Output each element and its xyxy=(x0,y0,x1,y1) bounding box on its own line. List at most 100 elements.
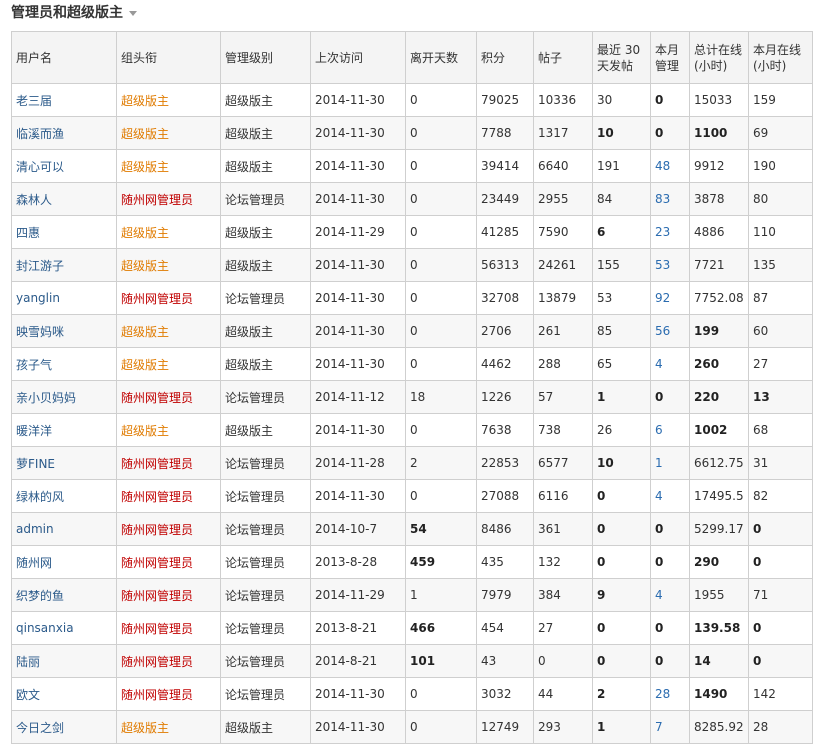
username-link[interactable]: 随州网 xyxy=(11,545,117,579)
username-link[interactable]: yanglin xyxy=(11,281,117,315)
col-header-username[interactable]: 用户名 xyxy=(11,31,117,84)
col-header-posts[interactable]: 帖子 xyxy=(533,31,593,84)
table-row: 孩子气 超级版主 超级版主 2014-11-30 0 4462 288 65 4 260 27 xyxy=(11,347,813,381)
posts: 1317 xyxy=(533,116,593,150)
total-online-hours: 1955 xyxy=(689,578,749,612)
total-online-hours: 6612.75 xyxy=(689,446,749,480)
group-title: 随州网管理员 xyxy=(116,281,221,315)
section-heading[interactable]: 管理员和超级版主 xyxy=(11,3,137,21)
points: 4462 xyxy=(476,347,534,381)
caret-down-icon[interactable] xyxy=(129,11,137,16)
points: 1226 xyxy=(476,380,534,414)
points: 27088 xyxy=(476,479,534,513)
recent-30-day-posts: 30 xyxy=(592,83,651,117)
username-link[interactable]: 陆丽 xyxy=(11,644,117,678)
col-header-total-online[interactable]: 总计在线 (小时) xyxy=(689,31,749,84)
username-link[interactable]: admin xyxy=(11,512,117,546)
last-visit: 2013-8-28 xyxy=(310,545,406,579)
posts: 288 xyxy=(533,347,593,381)
month-manage-count[interactable]: 23 xyxy=(650,215,690,249)
admin-level: 超级版主 xyxy=(220,314,311,348)
last-visit: 2014-11-30 xyxy=(310,116,406,150)
recent-30-day-posts: 0 xyxy=(592,545,651,579)
username-link[interactable]: 萝FINE xyxy=(11,446,117,480)
month-manage-count[interactable]: 53 xyxy=(650,248,690,282)
month-manage-count[interactable]: 7 xyxy=(650,710,690,744)
col-header-days-away[interactable]: 离开天数 xyxy=(405,31,477,84)
month-manage-count[interactable]: 0 xyxy=(650,644,690,678)
posts: 2955 xyxy=(533,182,593,216)
posts: 24261 xyxy=(533,248,593,282)
admin-level: 超级版主 xyxy=(220,413,311,447)
table-row: yanglin 随州网管理员 论坛管理员 2014-11-30 0 32708 13879 5… xyxy=(11,281,813,315)
username-link[interactable]: 孩子气 xyxy=(11,347,117,381)
username-link[interactable]: 清心可以 xyxy=(11,149,117,183)
month-manage-count[interactable]: 4 xyxy=(650,479,690,513)
col-header-last-visit[interactable]: 上次访问 xyxy=(310,31,406,84)
username-link[interactable]: 欧文 xyxy=(11,677,117,711)
month-manage-count[interactable]: 4 xyxy=(650,578,690,612)
recent-30-day-posts: 1 xyxy=(592,710,651,744)
total-online-hours: 4886 xyxy=(689,215,749,249)
username-link[interactable]: 临溪而渔 xyxy=(11,116,117,150)
points: 32708 xyxy=(476,281,534,315)
month-online-hours: 27 xyxy=(748,347,813,381)
month-manage-count[interactable]: 4 xyxy=(650,347,690,381)
month-online-hours: 159 xyxy=(748,83,813,117)
days-away: 0 xyxy=(405,677,477,711)
last-visit: 2014-11-30 xyxy=(310,149,406,183)
month-manage-count[interactable]: 92 xyxy=(650,281,690,315)
group-title: 超级版主 xyxy=(116,215,221,249)
group-title: 超级版主 xyxy=(116,413,221,447)
month-manage-count[interactable]: 0 xyxy=(650,545,690,579)
posts: 361 xyxy=(533,512,593,546)
username-link[interactable]: 四惠 xyxy=(11,215,117,249)
username-link[interactable]: 织梦的鱼 xyxy=(11,578,117,612)
username-link[interactable]: 封江游子 xyxy=(11,248,117,282)
month-manage-count[interactable]: 6 xyxy=(650,413,690,447)
username-link[interactable]: 森林人 xyxy=(11,182,117,216)
last-visit: 2014-11-30 xyxy=(310,83,406,117)
username-link[interactable]: qinsanxia xyxy=(11,611,117,645)
last-visit: 2014-11-30 xyxy=(310,347,406,381)
username-link[interactable]: 绿林的风 xyxy=(11,479,117,513)
col-header-month-manage[interactable]: 本月管理 xyxy=(650,31,690,84)
month-manage-count[interactable]: 83 xyxy=(650,182,690,216)
total-online-hours: 1490 xyxy=(689,677,749,711)
last-visit: 2014-11-29 xyxy=(310,215,406,249)
recent-30-day-posts: 0 xyxy=(592,611,651,645)
group-title: 超级版主 xyxy=(116,149,221,183)
month-manage-count[interactable]: 0 xyxy=(650,512,690,546)
admin-level: 论坛管理员 xyxy=(220,380,311,414)
month-manage-count[interactable]: 0 xyxy=(650,83,690,117)
table-row: 萝FINE 随州网管理员 论坛管理员 2014-11-28 2 22853 6577 10 1 6… xyxy=(11,446,813,480)
col-header-recent-posts[interactable]: 最近 30 天发帖 xyxy=(592,31,651,84)
username-link[interactable]: 暖洋洋 xyxy=(11,413,117,447)
total-online-hours: 8285.92 xyxy=(689,710,749,744)
posts: 10336 xyxy=(533,83,593,117)
col-header-group-title[interactable]: 组头衔 xyxy=(116,31,221,84)
admin-level: 论坛管理员 xyxy=(220,677,311,711)
col-header-month-online[interactable]: 本月在线 (小时) xyxy=(748,31,813,84)
month-manage-count[interactable]: 56 xyxy=(650,314,690,348)
username-link[interactable]: 映雪妈咪 xyxy=(11,314,117,348)
month-manage-count[interactable]: 28 xyxy=(650,677,690,711)
month-manage-count[interactable]: 48 xyxy=(650,149,690,183)
group-title: 随州网管理员 xyxy=(116,182,221,216)
group-title: 超级版主 xyxy=(116,116,221,150)
username-link[interactable]: 老三届 xyxy=(11,83,117,117)
month-manage-count[interactable]: 0 xyxy=(650,611,690,645)
month-manage-count[interactable]: 0 xyxy=(650,116,690,150)
admin-level: 超级版主 xyxy=(220,83,311,117)
total-online-hours: 290 xyxy=(689,545,749,579)
col-header-admin-level[interactable]: 管理级别 xyxy=(220,31,311,84)
points: 41285 xyxy=(476,215,534,249)
month-online-hours: 110 xyxy=(748,215,813,249)
username-link[interactable]: 亲小贝妈妈 xyxy=(11,380,117,414)
col-header-points[interactable]: 积分 xyxy=(476,31,534,84)
month-manage-count[interactable]: 1 xyxy=(650,446,690,480)
username-link[interactable]: 今日之剑 xyxy=(11,710,117,744)
recent-30-day-posts: 2 xyxy=(592,677,651,711)
month-manage-count[interactable]: 0 xyxy=(650,380,690,414)
total-online-hours: 1100 xyxy=(689,116,749,150)
